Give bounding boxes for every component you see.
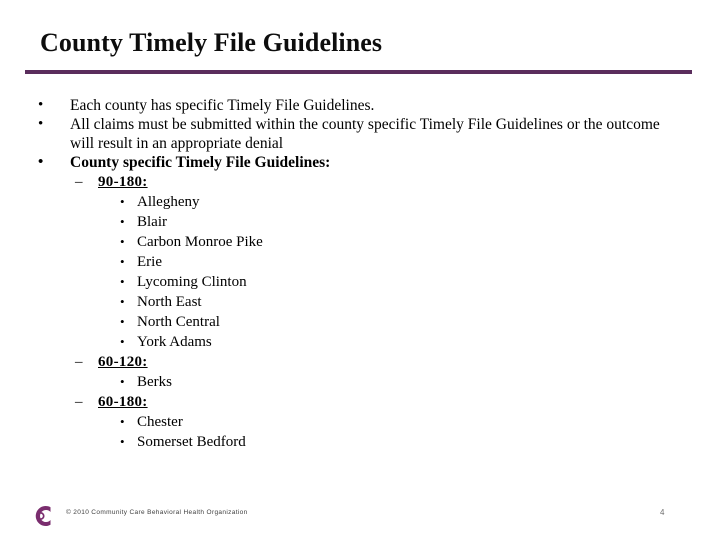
bullet-marker: • [120, 314, 125, 329]
county-item: • Berks [0, 372, 720, 392]
title-divider [25, 70, 692, 74]
county-name: North East [137, 294, 202, 310]
bullet-marker: • [120, 194, 125, 209]
bullet-marker: • [120, 234, 125, 249]
bullet-marker: • [38, 116, 44, 132]
county-name: Blair [137, 214, 167, 230]
page-number: 4 [660, 508, 665, 517]
bullet-item: • County specific Timely File Guidelines… [0, 153, 720, 172]
bullet-marker: • [120, 374, 125, 389]
bullet-item: • Each county has specific Timely File G… [0, 96, 720, 115]
bullet-text: All claims must be submitted within the … [70, 116, 660, 152]
bullet-marker: • [38, 97, 44, 113]
county-item: • Allegheny [0, 192, 720, 212]
county-name: Erie [137, 254, 162, 270]
group-heading: – 60-120: [0, 352, 720, 372]
county-name: Somerset Bedford [137, 434, 246, 450]
bullet-text: County specific Timely File Guidelines: [70, 154, 331, 171]
group-heading: – 60-180: [0, 392, 720, 412]
dash-marker: – [75, 354, 83, 370]
county-name: Berks [137, 374, 172, 390]
county-item: • North Central [0, 312, 720, 332]
county-item: • North East [0, 292, 720, 312]
bullet-marker: • [120, 434, 125, 449]
copyright-text: © 2010 Community Care Behavioral Health … [66, 509, 248, 516]
dash-marker: – [75, 394, 83, 410]
bullet-marker: • [120, 254, 125, 269]
county-item: • Blair [0, 212, 720, 232]
county-name: Lycoming Clinton [137, 274, 247, 290]
bullet-item: • All claims must be submitted within th… [0, 115, 720, 153]
county-name: North Central [137, 314, 220, 330]
slide-body: • Each county has specific Timely File G… [0, 96, 720, 452]
county-item: • Erie [0, 252, 720, 272]
county-item: • Somerset Bedford [0, 432, 720, 452]
county-name: Chester [137, 414, 183, 430]
group-heading-text: 60-180: [98, 394, 148, 410]
county-name: York Adams [137, 334, 212, 350]
bullet-marker: • [120, 214, 125, 229]
slide: County Timely File Guidelines • Each cou… [0, 0, 720, 540]
county-item: • Lycoming Clinton [0, 272, 720, 292]
group-heading: – 90-180: [0, 172, 720, 192]
company-logo-icon [28, 503, 58, 529]
dash-marker: – [75, 174, 83, 190]
county-item: • York Adams [0, 332, 720, 352]
bullet-marker: • [120, 294, 125, 309]
bullet-marker: • [120, 414, 125, 429]
bullet-marker: • [120, 274, 125, 289]
group-heading-text: 90-180: [98, 174, 148, 190]
bullet-marker: • [120, 334, 125, 349]
county-item: • Carbon Monroe Pike [0, 232, 720, 252]
county-item: • Chester [0, 412, 720, 432]
page-title: County Timely File Guidelines [40, 28, 383, 57]
group-heading-text: 60-120: [98, 354, 148, 370]
county-name: Carbon Monroe Pike [137, 234, 263, 250]
county-name: Allegheny [137, 194, 200, 210]
bullet-text: Each county has specific Timely File Gui… [70, 97, 375, 114]
bullet-marker: • [38, 154, 44, 170]
